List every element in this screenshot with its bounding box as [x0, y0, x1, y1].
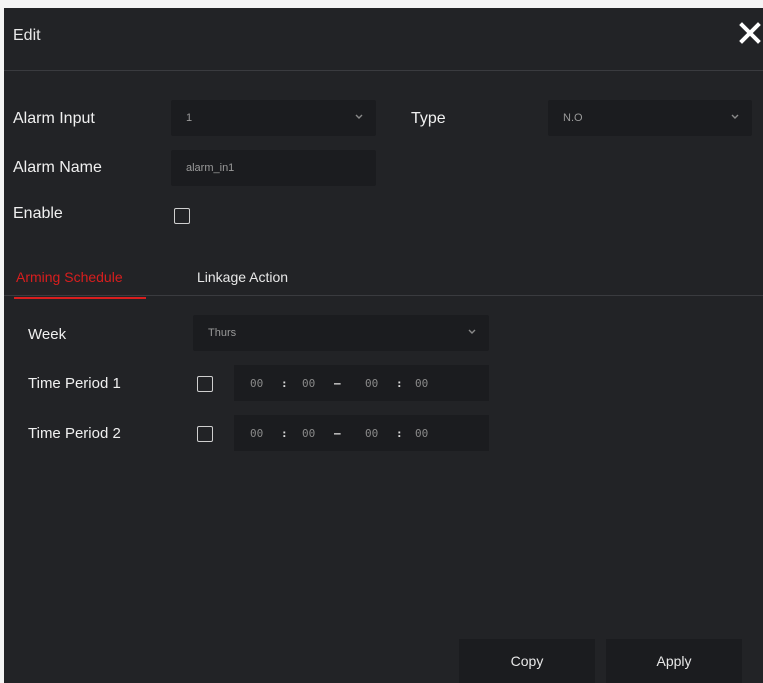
- time-period-2-checkbox[interactable]: [197, 426, 213, 442]
- alarm-name-value: alarm_in1: [186, 162, 235, 174]
- week-value: Thurs: [208, 327, 237, 339]
- time-dash: –: [334, 377, 341, 390]
- end-minute[interactable]: 00: [415, 377, 428, 390]
- alarm-input-value: 1: [186, 112, 193, 124]
- start-minute[interactable]: 00: [302, 377, 315, 390]
- tab-linkage-action[interactable]: Linkage Action: [197, 269, 288, 285]
- type-select[interactable]: N.O: [548, 100, 752, 136]
- time-colon: :: [281, 427, 288, 440]
- start-minute[interactable]: 00: [302, 427, 315, 440]
- dialog-titlebar: Edit: [4, 8, 763, 71]
- time-colon: :: [396, 427, 403, 440]
- time-period-2-label: Time Period 2: [28, 425, 121, 442]
- time-period-1-range[interactable]: 00 : 00 – 00 : 00: [234, 365, 489, 401]
- type-label: Type: [411, 110, 446, 127]
- week-select[interactable]: Thurs: [193, 315, 489, 351]
- time-colon: :: [396, 377, 403, 390]
- tab-divider: [4, 295, 763, 296]
- tab-arming-schedule[interactable]: Arming Schedule: [16, 269, 123, 285]
- time-period-2-range[interactable]: 00 : 00 – 00 : 00: [234, 415, 489, 451]
- active-tab-indicator: [14, 297, 146, 299]
- chevron-down-icon: [355, 114, 363, 119]
- chevron-down-icon: [731, 114, 739, 119]
- end-minute[interactable]: 00: [415, 427, 428, 440]
- alarm-name-label: Alarm Name: [13, 159, 102, 176]
- alarm-input-label: Alarm Input: [13, 110, 95, 127]
- alarm-input-select[interactable]: 1: [171, 100, 376, 136]
- alarm-name-input[interactable]: alarm_in1: [171, 150, 376, 186]
- end-hour[interactable]: 00: [365, 377, 378, 390]
- end-hour[interactable]: 00: [365, 427, 378, 440]
- edit-dialog: Edit Alarm Input 1 Type N.O Alarm Name a…: [4, 8, 763, 683]
- enable-checkbox[interactable]: [174, 208, 190, 224]
- type-value: N.O: [563, 112, 583, 124]
- time-period-1-checkbox[interactable]: [197, 376, 213, 392]
- apply-button[interactable]: Apply: [606, 639, 742, 683]
- time-dash: –: [334, 427, 341, 440]
- close-icon[interactable]: [739, 22, 761, 44]
- week-label: Week: [28, 326, 67, 343]
- time-colon: :: [281, 377, 288, 390]
- chevron-down-icon: [468, 329, 476, 334]
- dialog-title: Edit: [13, 27, 41, 44]
- start-hour[interactable]: 00: [250, 427, 263, 440]
- enable-label: Enable: [13, 205, 63, 222]
- time-period-1-label: Time Period 1: [28, 375, 121, 392]
- copy-button[interactable]: Copy: [459, 639, 595, 683]
- start-hour[interactable]: 00: [250, 377, 263, 390]
